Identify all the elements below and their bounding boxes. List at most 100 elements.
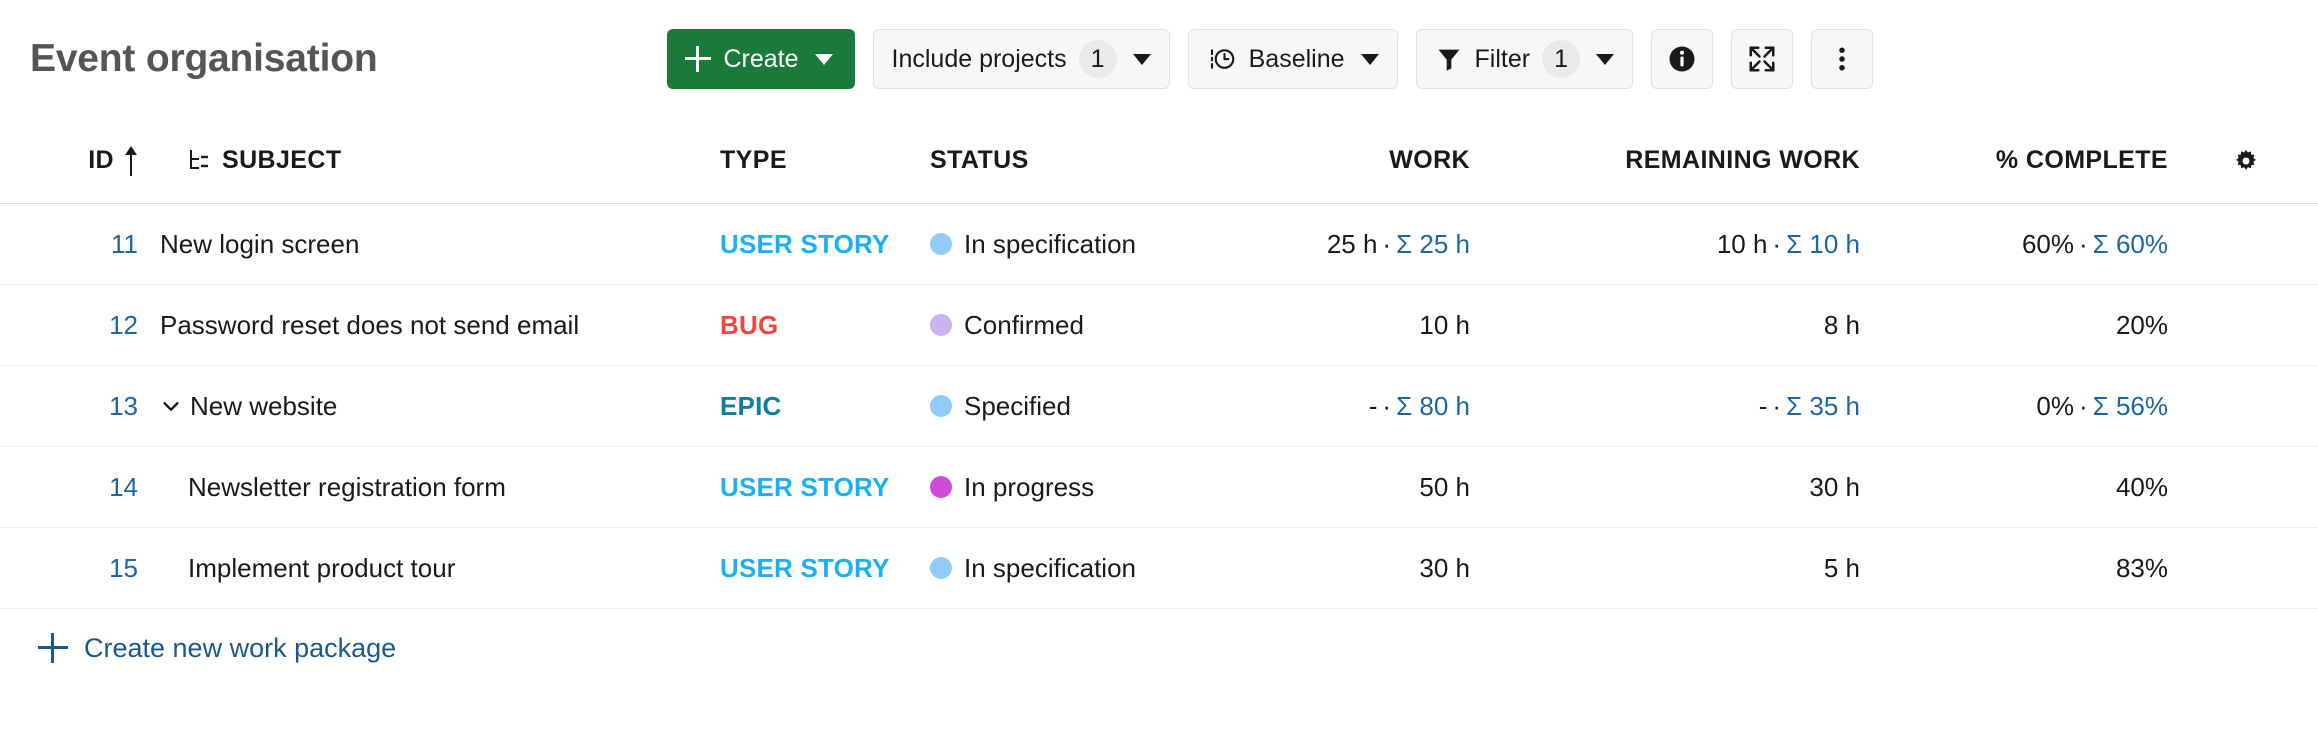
row-type-cell: USER STORY	[720, 229, 930, 260]
column-header-remaining-work-label: REMAINING WORK	[1625, 146, 1860, 174]
info-button[interactable]	[1651, 29, 1713, 89]
row-type-cell: USER STORY	[720, 553, 930, 584]
column-header-type[interactable]: TYPE	[720, 146, 930, 175]
row-type-cell: BUG	[720, 310, 930, 341]
percent-complete-value: 40%	[2116, 472, 2168, 502]
row-work-cell: 25 h·Σ 25 h	[1185, 229, 1490, 260]
row-remaining-work-cell: -·Σ 35 h	[1490, 391, 1890, 422]
remaining-separator: ·	[1767, 391, 1786, 421]
status-dot-icon	[930, 395, 952, 417]
work-separator: ·	[1377, 229, 1396, 259]
table-footer: Create new work package	[0, 609, 2318, 687]
remaining-sum: Σ 35 h	[1786, 391, 1860, 421]
sort-ascending-icon	[124, 146, 138, 176]
row-id-cell: 12	[0, 310, 160, 341]
row-type-cell: USER STORY	[720, 472, 930, 503]
row-work-cell: 30 h	[1185, 553, 1490, 584]
status-dot-icon	[930, 233, 952, 255]
percent-separator: ·	[2074, 391, 2093, 421]
fullscreen-icon	[1747, 44, 1777, 74]
remaining-work-value: 5 h	[1824, 553, 1860, 583]
work-package-id-link[interactable]: 14	[109, 472, 138, 503]
row-percent-complete-cell: 40%	[1890, 472, 2190, 503]
percent-complete-value: 83%	[2116, 553, 2168, 583]
work-sum: Σ 25 h	[1396, 229, 1470, 259]
column-header-work[interactable]: WORK	[1185, 146, 1490, 175]
fullscreen-button[interactable]	[1731, 29, 1793, 89]
work-package-table: ID SUBJECT TYPE STATUS WORK	[0, 118, 2318, 609]
percent-sum: Σ 60%	[2093, 229, 2168, 259]
row-remaining-work-cell: 8 h	[1490, 310, 1890, 341]
column-header-remaining-work[interactable]: REMAINING WORK	[1490, 146, 1890, 175]
chevron-down-icon	[1596, 54, 1614, 65]
row-status-cell: In specification	[930, 229, 1185, 260]
page-title: Event organisation	[30, 37, 377, 81]
work-value: 25 h	[1327, 229, 1378, 259]
work-package-id-link[interactable]: 13	[109, 391, 138, 422]
remaining-sum: Σ 10 h	[1786, 229, 1860, 259]
work-package-subject: Password reset does not send email	[160, 310, 579, 341]
work-package-id-link[interactable]: 15	[109, 553, 138, 584]
row-subject-cell: Password reset does not send email	[160, 310, 720, 341]
toolbar-actions: Create Include projects 1 Baseline	[667, 29, 1873, 89]
work-value: 30 h	[1419, 553, 1470, 583]
create-new-work-package-button[interactable]: Create new work package	[38, 633, 396, 664]
work-package-status: In progress	[964, 472, 1094, 503]
work-package-id-link[interactable]: 12	[109, 310, 138, 341]
table-row[interactable]: 13 New website EPIC Specified -·Σ 80 h-·Σ 35…	[0, 366, 2318, 447]
row-id-cell: 15	[0, 553, 160, 584]
remaining-separator: ·	[1767, 229, 1786, 259]
row-percent-complete-cell: 20%	[1890, 310, 2190, 341]
include-projects-button[interactable]: Include projects 1	[873, 29, 1170, 89]
work-package-id-link[interactable]: 11	[111, 229, 138, 260]
percent-separator: ·	[2074, 229, 2093, 259]
column-header-status[interactable]: STATUS	[930, 146, 1185, 175]
include-projects-count: 1	[1079, 40, 1117, 78]
status-dot-icon	[930, 476, 952, 498]
work-package-type: EPIC	[720, 391, 781, 422]
more-options-button[interactable]	[1811, 29, 1873, 89]
baseline-label: Baseline	[1249, 45, 1345, 74]
info-icon	[1667, 44, 1697, 74]
row-subject-cell: New website	[160, 391, 720, 422]
row-subject-cell: Implement product tour	[160, 553, 720, 584]
table-row[interactable]: 15 Implement product tourUSER STORY In spe…	[0, 528, 2318, 609]
row-status-cell: In progress	[930, 472, 1185, 503]
remaining-work-value: 10 h	[1717, 229, 1768, 259]
work-package-type: USER STORY	[720, 472, 890, 503]
work-package-table-page: Event organisation Create Include projec…	[0, 0, 2318, 734]
table-row[interactable]: 14Newsletter registration formUSER STORY…	[0, 447, 2318, 528]
create-button[interactable]: Create	[667, 29, 854, 89]
column-header-subject[interactable]: SUBJECT	[160, 146, 720, 175]
table-row[interactable]: 12 Password reset does not send email BUG C…	[0, 285, 2318, 366]
work-sum: Σ 80 h	[1396, 391, 1470, 421]
row-work-cell: 50 h	[1185, 472, 1490, 503]
column-header-subject-label: SUBJECT	[222, 146, 342, 175]
work-package-status: In specification	[964, 553, 1136, 584]
table-header-row: ID SUBJECT TYPE STATUS WORK	[0, 118, 2318, 204]
work-value: 50 h	[1419, 472, 1470, 502]
status-dot-icon	[930, 557, 952, 579]
row-id-cell: 11	[0, 229, 160, 260]
remaining-work-value: 8 h	[1824, 310, 1860, 340]
gear-icon[interactable]	[2232, 147, 2260, 175]
collapse-toggle-icon[interactable]	[160, 395, 190, 417]
work-package-status: Specified	[964, 391, 1071, 422]
column-settings-cell	[2190, 147, 2318, 175]
column-header-type-label: TYPE	[720, 146, 787, 175]
column-header-percent-complete[interactable]: % COMPLETE	[1890, 146, 2190, 175]
work-package-subject: New website	[190, 391, 337, 422]
baseline-button[interactable]: Baseline	[1188, 29, 1398, 89]
table-body: 11New login screenUSER STORYIn specifica…	[0, 204, 2318, 609]
row-status-cell: Confirmed	[930, 310, 1185, 341]
column-header-id[interactable]: ID	[0, 146, 160, 176]
column-header-id-label: ID	[88, 146, 114, 175]
filter-button[interactable]: Filter 1	[1416, 29, 1634, 89]
row-percent-complete-cell: 60%·Σ 60%	[1890, 229, 2190, 260]
table-row[interactable]: 11New login screenUSER STORYIn specifica…	[0, 204, 2318, 285]
row-work-cell: -·Σ 80 h	[1185, 391, 1490, 422]
row-remaining-work-cell: 10 h·Σ 10 h	[1490, 229, 1890, 260]
work-package-status: In specification	[964, 229, 1136, 260]
chevron-down-icon	[1133, 54, 1151, 65]
work-package-type: BUG	[720, 310, 778, 341]
